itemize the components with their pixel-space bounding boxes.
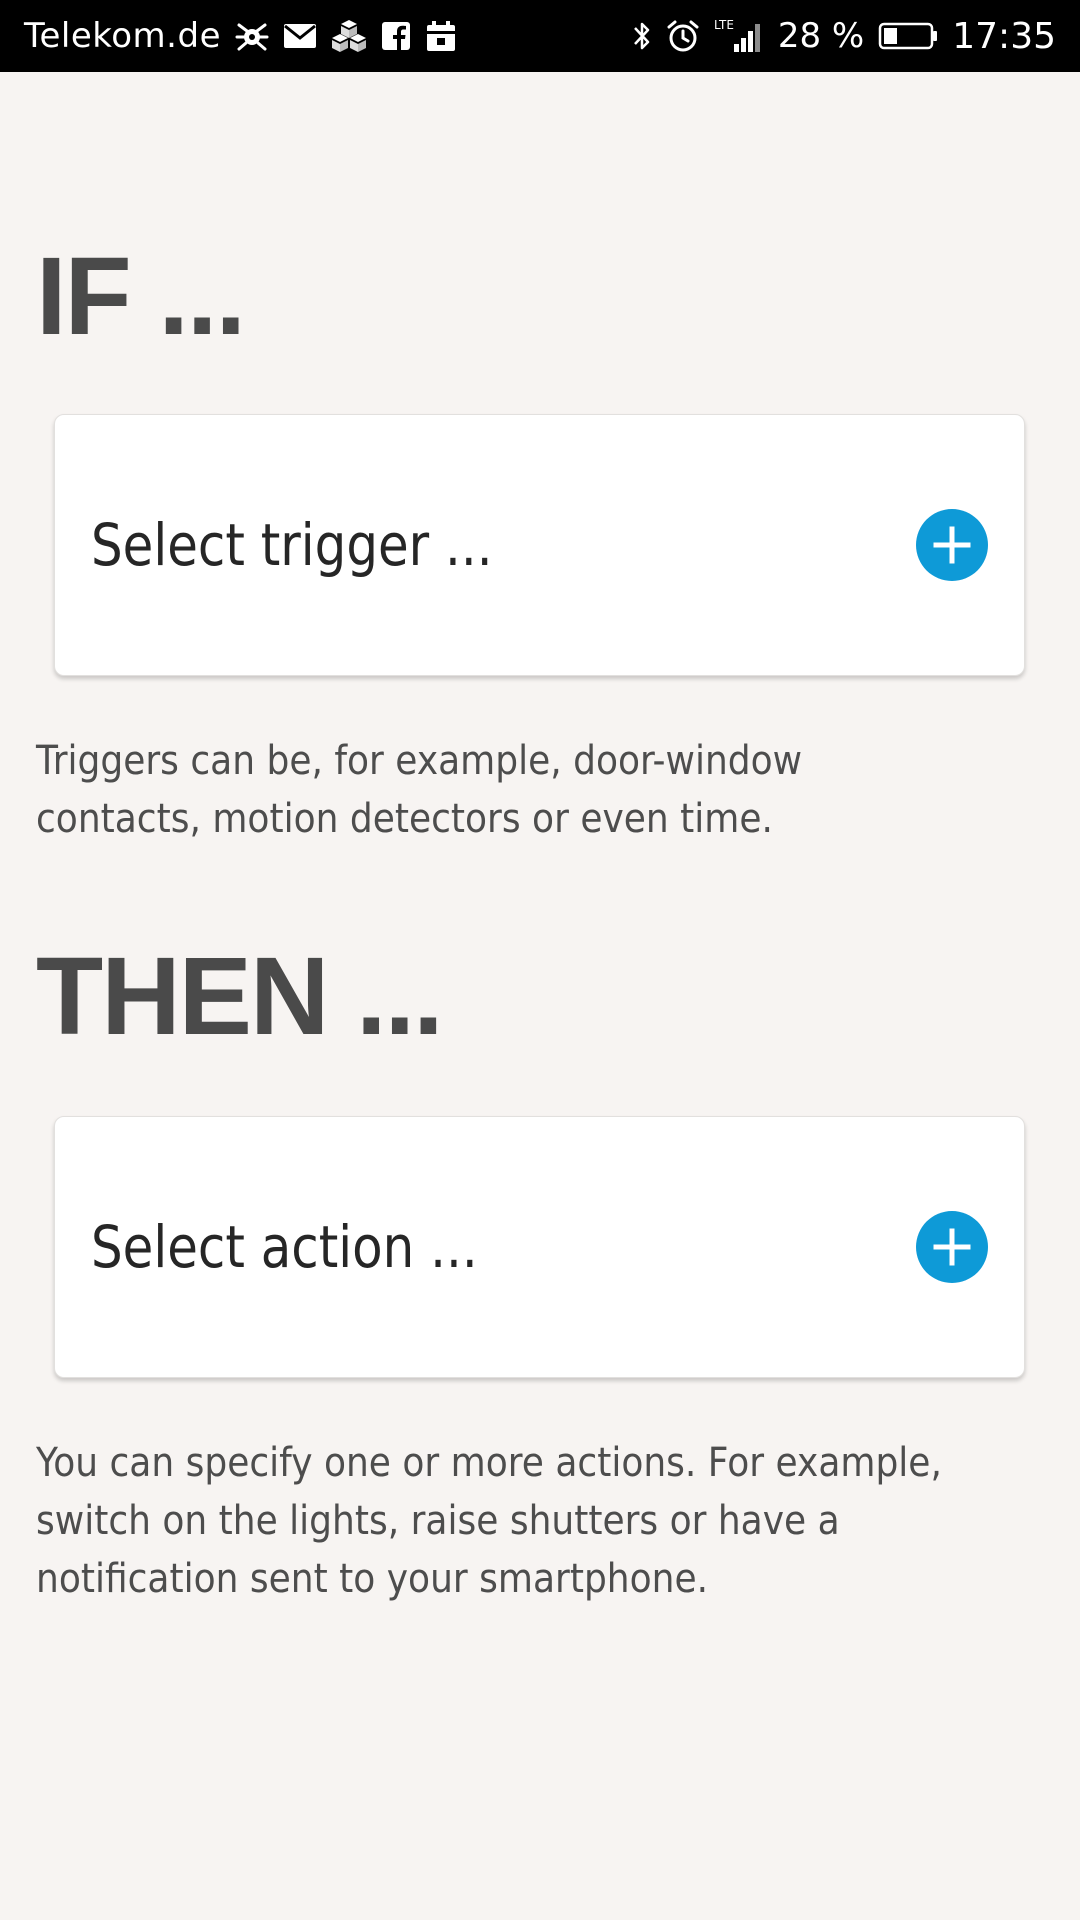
plus-icon (933, 526, 971, 564)
bluetooth-icon (632, 19, 652, 53)
signal-icon: LTE (714, 18, 764, 54)
network-type: LTE (714, 18, 734, 32)
add-action-button[interactable] (916, 1211, 988, 1283)
select-action-card[interactable]: Select action ... (54, 1116, 1025, 1378)
plus-icon (933, 1228, 971, 1266)
calendar-icon (425, 20, 457, 52)
battery-icon (878, 21, 938, 51)
status-bar-left: Telekom.de (24, 16, 457, 56)
status-bar: Telekom.de LTE 28 % 17:35 (0, 0, 1080, 72)
rule-editor: IF ... Select trigger ... Triggers can b… (0, 72, 1080, 1920)
battery-percent: 28 % (777, 16, 865, 56)
select-trigger-card[interactable]: Select trigger ... (54, 414, 1025, 676)
action-help-text: You can specify one or more actions. For… (36, 1440, 942, 1602)
facebook-icon (381, 21, 411, 51)
add-trigger-button[interactable] (916, 509, 988, 581)
if-heading: IF ... (36, 235, 246, 358)
clock: 17:35 (952, 15, 1056, 57)
trigger-help-text: Triggers can be, for example, door-windo… (36, 738, 803, 842)
alarm-icon (666, 19, 700, 53)
mail-icon (283, 22, 317, 50)
select-action-label: Select action ... (91, 1213, 478, 1281)
status-bar-right: LTE 28 % 17:35 (632, 16, 1056, 57)
cubes-icon (331, 19, 367, 53)
bug-icon (235, 19, 269, 53)
select-trigger-label: Select trigger ... (91, 511, 493, 579)
carrier-name: Telekom.de (24, 16, 221, 56)
then-heading: THEN ... (36, 935, 444, 1058)
